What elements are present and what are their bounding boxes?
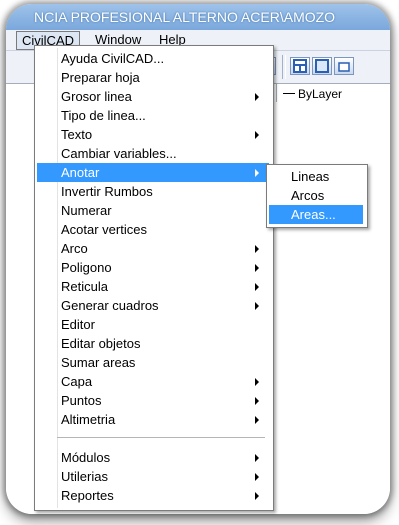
window-icon — [315, 59, 329, 73]
menu-item-tipo-de-linea[interactable]: Tipo de linea... — [37, 106, 269, 125]
anotar-submenu: Lineas Arcos Areas... — [266, 164, 368, 228]
submenu-arrow-icon — [255, 378, 259, 386]
submenu-item-lineas[interactable]: Lineas — [269, 167, 363, 186]
submenu-item-areas[interactable]: Areas... — [269, 205, 363, 224]
menu-item-texto[interactable]: Texto — [37, 125, 269, 144]
submenu-arrow-icon — [255, 131, 259, 139]
linetype-control[interactable]: ByLayer — [276, 84, 387, 102]
menu-item-label: Poligono — [61, 260, 112, 275]
menu-separator — [57, 437, 265, 438]
window-small-icon — [338, 62, 350, 72]
civilcad-dropdown-menu: Ayuda CivilCAD... Preparar hoja Grosor l… — [34, 45, 274, 511]
linetype-label: ByLayer — [298, 86, 343, 101]
menu-item-puntos[interactable]: Puntos — [37, 391, 269, 410]
submenu-arrow-icon — [255, 283, 259, 291]
submenu-item-label: Areas... — [291, 207, 336, 222]
menu-item-label: Capa — [61, 374, 93, 389]
submenu-arrow-icon — [255, 454, 259, 462]
menu-item-ayuda-civilcad[interactable]: Ayuda CivilCAD... — [37, 49, 269, 68]
menu-item-numerar[interactable]: Numerar — [37, 201, 269, 220]
menu-item-label: Utilerias — [61, 469, 108, 484]
submenu-arrow-icon — [255, 492, 259, 500]
menu-item-label: Generar cuadros — [61, 298, 159, 313]
menu-item-label: Texto — [61, 127, 93, 142]
linetype-sample — [283, 93, 295, 95]
submenu-arrow-icon — [255, 93, 259, 101]
submenu-item-arcos[interactable]: Arcos — [269, 186, 363, 205]
menu-item-poligono[interactable]: Poligono — [37, 258, 269, 277]
menu-item-label: Invertir Rumbos — [61, 184, 153, 199]
layout-tool-button[interactable] — [290, 57, 310, 75]
menu-item-altimetria[interactable]: Altimetria — [37, 410, 269, 429]
menu-item-label: Puntos — [61, 393, 102, 408]
menu-item-label: Cambiar variables... — [61, 146, 177, 161]
menu-item-label: Numerar — [61, 203, 112, 218]
menu-item-editar-objetos[interactable]: Editar objetos — [37, 334, 269, 353]
menu-item-label: Tipo de linea... — [61, 108, 146, 123]
menu-item-label: Anotar — [61, 165, 100, 180]
menu-item-grosor-linea[interactable]: Grosor linea — [37, 87, 269, 106]
menu-item-acotar-vertices[interactable]: Acotar vertices — [37, 220, 269, 239]
menu-item-label: Preparar hoja — [61, 70, 140, 85]
extra-tool-button[interactable] — [334, 57, 354, 75]
menu-item-anotar[interactable]: Anotar — [37, 163, 269, 182]
menu-item-generar-cuadros[interactable]: Generar cuadros — [37, 296, 269, 315]
submenu-arrow-icon — [255, 245, 259, 253]
menu-item-label: Sumar areas — [61, 355, 136, 370]
menu-item-label: Módulos — [61, 450, 111, 465]
submenu-arrow-icon — [255, 169, 259, 177]
submenu-item-label: Arcos — [291, 188, 325, 203]
menu-item-label: Reportes — [61, 488, 114, 503]
submenu-arrow-icon — [255, 473, 259, 481]
menu-item-capa[interactable]: Capa — [37, 372, 269, 391]
menu-item-label: Ayuda CivilCAD... — [61, 51, 165, 66]
menu-item-cambiar-variables[interactable]: Cambiar variables... — [37, 144, 269, 163]
menu-item-invertir-rumbos[interactable]: Invertir Rumbos — [37, 182, 269, 201]
menu-item-label: Altimetria — [61, 412, 116, 427]
menu-item-label: Reticula — [61, 279, 108, 294]
menu-item-sumar-areas[interactable]: Sumar areas — [37, 353, 269, 372]
window-grid-icon — [293, 59, 307, 73]
menu-item-reportes[interactable]: Reportes — [37, 486, 269, 505]
viewport-tool-button[interactable] — [312, 57, 332, 75]
submenu-arrow-icon — [255, 416, 259, 424]
submenu-arrow-icon — [255, 264, 259, 272]
menu-item-label: Grosor linea — [61, 89, 132, 104]
menu-item-modulos[interactable]: Módulos — [37, 448, 269, 467]
menu-item-editor[interactable]: Editor — [37, 315, 269, 334]
menu-item-arco[interactable]: Arco — [37, 239, 269, 258]
menu-item-preparar-hoja[interactable]: Preparar hoja — [37, 68, 269, 87]
window-title: NCIA PROFESIONAL ALTERNO ACER\AMOZO — [6, 4, 390, 30]
menu-item-reticula[interactable]: Reticula — [37, 277, 269, 296]
menu-item-label: Editar objetos — [61, 336, 141, 351]
submenu-arrow-icon — [255, 302, 259, 310]
menu-item-label: Arco — [61, 241, 88, 256]
menu-item-label: Acotar vertices — [61, 222, 147, 237]
toolbar-separator — [282, 55, 286, 79]
menu-item-utilerias[interactable]: Utilerias — [37, 467, 269, 486]
submenu-item-label: Lineas — [291, 169, 330, 184]
submenu-arrow-icon — [255, 397, 259, 405]
menu-item-label: Editor — [61, 317, 95, 332]
